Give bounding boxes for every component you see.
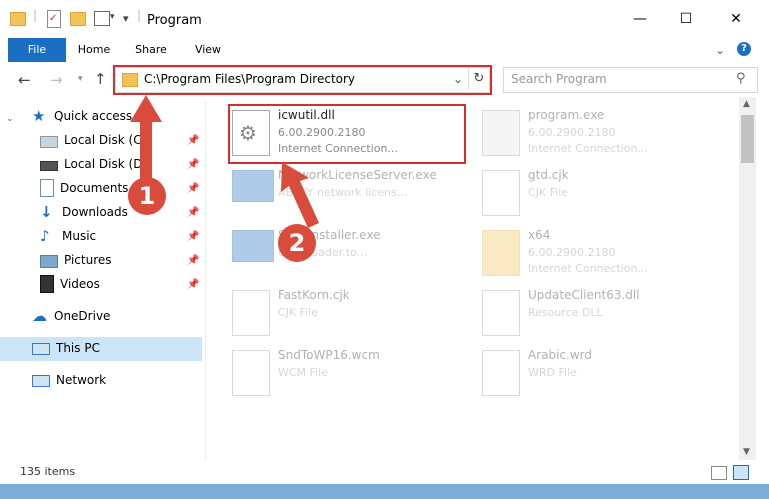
step-marker-1: 1 xyxy=(128,177,166,215)
step-marker-2: 2 xyxy=(278,224,316,262)
arrow-up-shape xyxy=(130,95,162,178)
arrow-diagonal-shape xyxy=(281,162,319,228)
annotation-arrows xyxy=(130,95,319,228)
